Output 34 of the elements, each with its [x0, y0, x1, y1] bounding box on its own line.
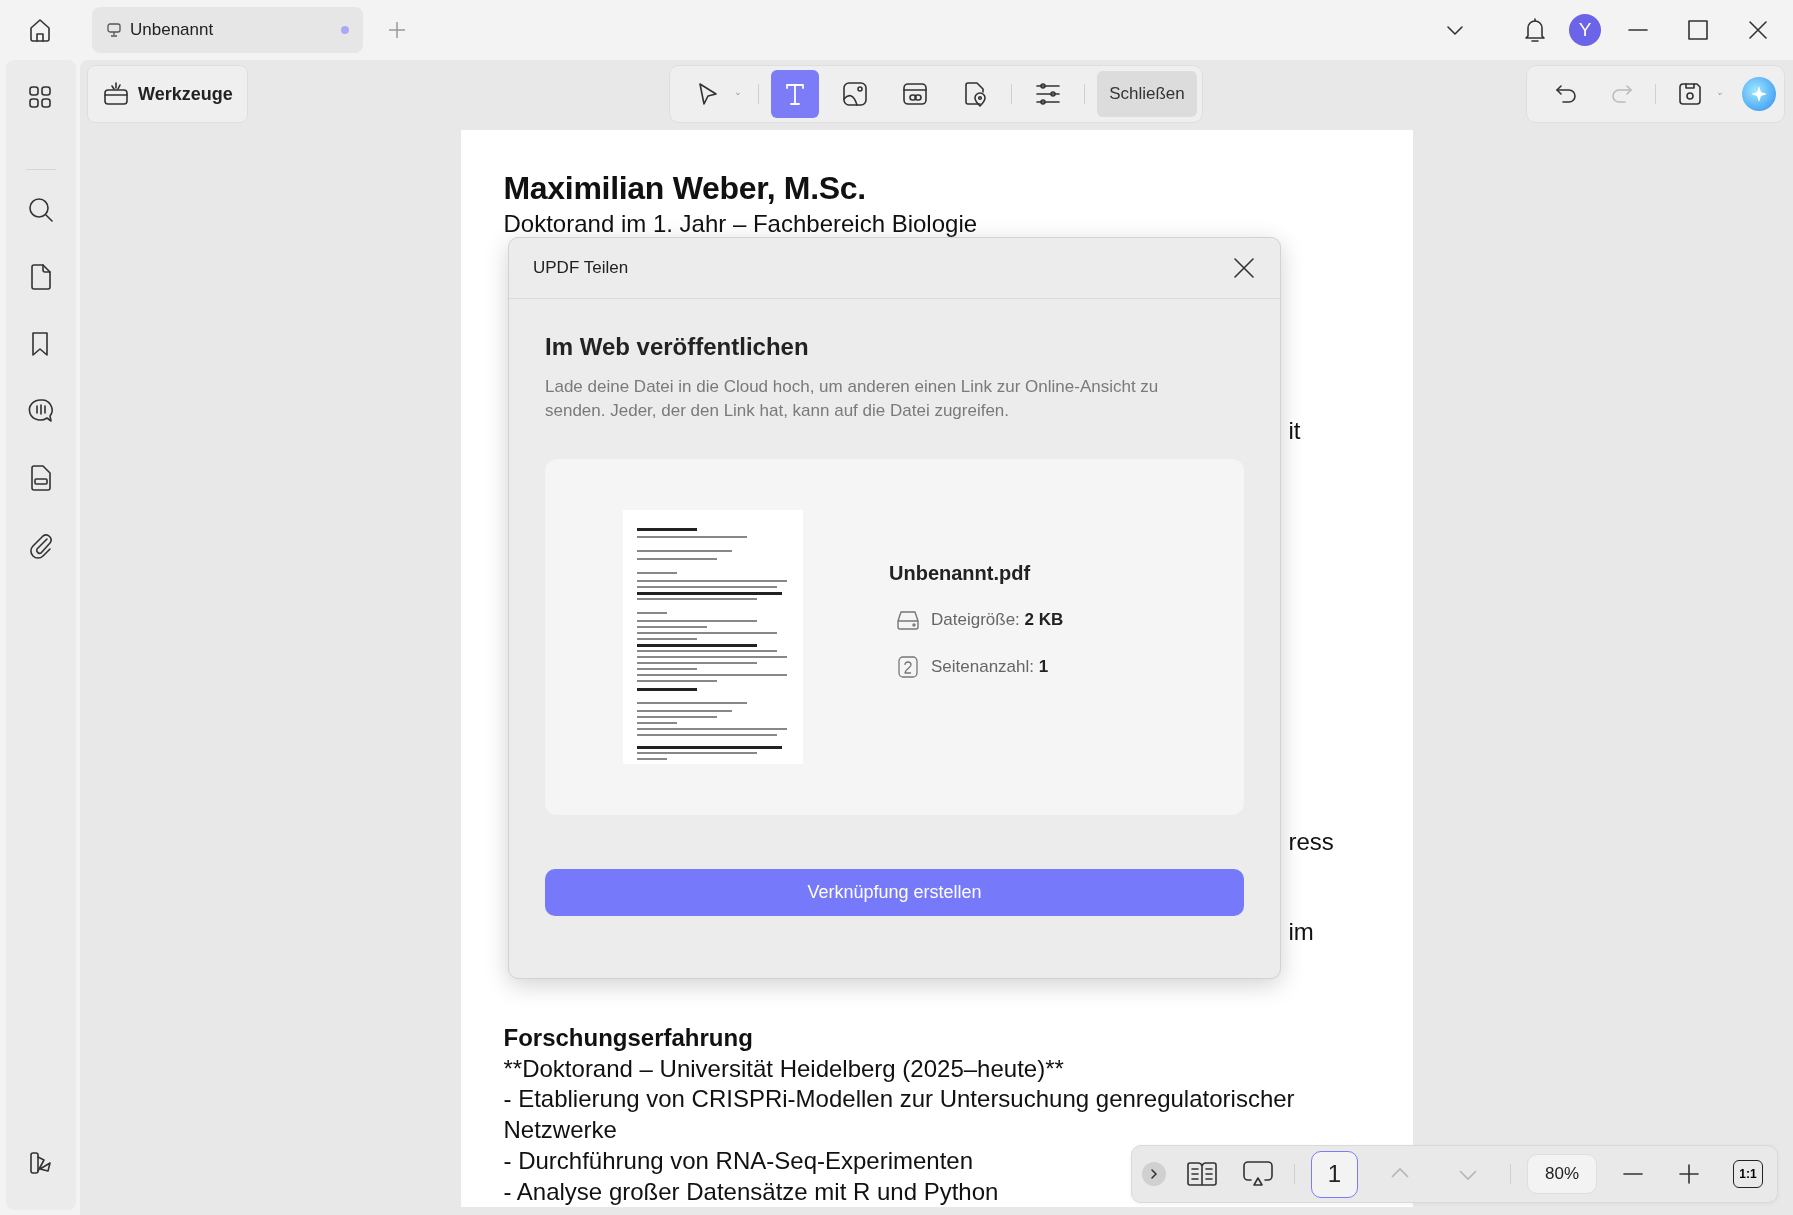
dialog-description: Lade deine Datei in die Cloud hoch, um anderen einen Link zur Online-Ansicht zu senden. Jeder, der den Link hat, kann auf die Datei zugreifen. — [545, 376, 1160, 422]
close-tool-button[interactable]: Schließen — [1097, 71, 1197, 117]
dialog-heading: Im Web veröffentlichen — [545, 333, 810, 361]
document-line: it — [1288, 416, 1301, 446]
document-tab[interactable]: Unbenannt — [92, 7, 363, 53]
zoom-field[interactable]: 80% — [1527, 1154, 1597, 1194]
document-line: - Etablierung von CRISPRi-Modellen zur Untersuchung genregulatorischer — [503, 1084, 1295, 1115]
document-line: - Durchführung von RNA-Seq-Experimenten — [503, 1145, 974, 1176]
document-line: **Doktorand – Universität Heidelberg (2025–heute)** — [503, 1053, 1064, 1084]
close-icon[interactable] — [1747, 19, 1769, 41]
document-line: im — [1288, 917, 1314, 948]
maximize-icon[interactable] — [1687, 19, 1709, 41]
user-avatar[interactable]: Y — [1569, 14, 1601, 46]
page-count: Seitenanzahl: 1 — [931, 656, 1049, 677]
drive-icon — [895, 608, 921, 631]
chevron-right-icon[interactable] — [1142, 1162, 1166, 1186]
document-title: Maximilian Weber, M.Sc. — [503, 169, 867, 208]
page-number-field[interactable]: 1 — [1311, 1150, 1358, 1198]
tools-button[interactable]: Werkzeuge — [87, 65, 248, 123]
document-subtitle: Doktorand im 1. Jahr – Fachbereich Biologie — [503, 209, 979, 239]
document-line: - Analyse großer Datensätze mit R und Python — [503, 1176, 999, 1207]
actual-size-button[interactable]: 1:1 — [1733, 1160, 1763, 1188]
section-heading: Forschungserfahrung — [503, 1023, 753, 1053]
text-tool-icon[interactable] — [771, 70, 820, 118]
toolbox-icon — [102, 80, 130, 108]
create-link-button[interactable]: Verknüpfung erstellen — [545, 869, 1244, 916]
document-line: ress — [1288, 826, 1334, 857]
tab-title: Unbenannt — [130, 20, 215, 40]
monitor-icon — [106, 22, 122, 38]
file-name: Unbenannt.pdf — [889, 561, 1032, 585]
page-count-icon — [895, 654, 921, 679]
dialog-title: UPDF Teilen — [533, 258, 629, 278]
document-line: Netzwerke — [503, 1115, 617, 1146]
file-size: Dateigröße: 2 KB — [931, 609, 1064, 630]
